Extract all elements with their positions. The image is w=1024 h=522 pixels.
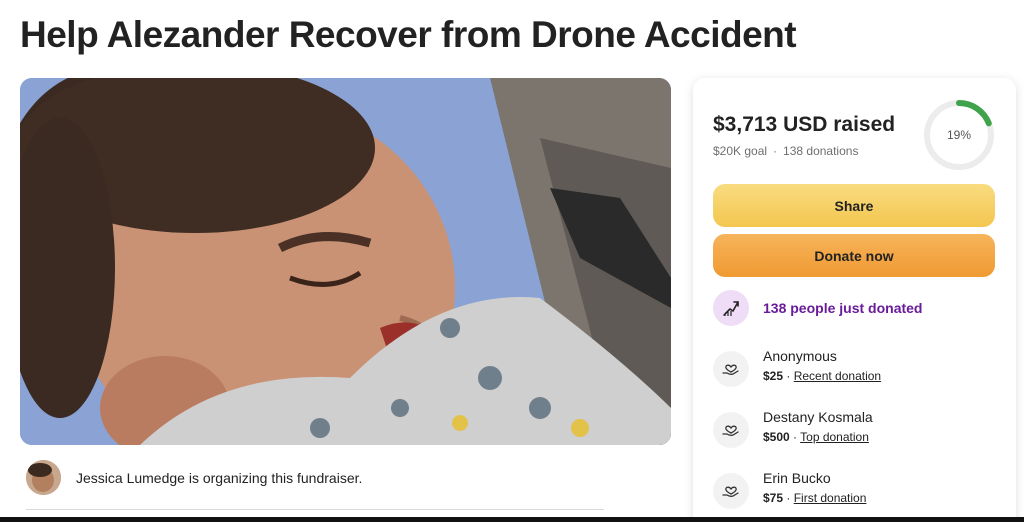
heart-hand-icon — [713, 473, 749, 509]
page-title: Help Alezander Recover from Drone Accide… — [20, 14, 797, 55]
donation-meta: $75 · First donation — [763, 491, 866, 505]
heart-hand-icon — [713, 412, 749, 448]
donor-name: Destany Kosmala — [763, 409, 873, 425]
donation-meta: $25 · Recent donation — [763, 369, 881, 383]
organizer-text: Jessica Lumedge is organizing this fundr… — [76, 469, 363, 486]
goal-summary: $20K goal · 138 donations — [713, 144, 858, 158]
donation-separator: · — [783, 491, 794, 505]
donation-amount: $25 — [763, 369, 784, 383]
donation-meta: $500 · Top donation — [763, 430, 873, 444]
trend-text: 138 people just donated — [763, 300, 923, 316]
donation-item: Anonymous $25 · Recent donation — [713, 348, 881, 387]
progress-percent: 19% — [946, 128, 972, 142]
donate-now-button[interactable]: Donate now — [713, 234, 995, 277]
donation-sidebar: $3,713 USD raised $20K goal · 138 donation… — [693, 78, 1016, 522]
donor-name: Anonymous — [763, 348, 837, 364]
donation-amount: $75 — [763, 491, 784, 505]
divider — [26, 509, 604, 510]
heart-hand-icon — [713, 351, 749, 387]
donation-tag-link[interactable]: Recent donation — [794, 369, 881, 383]
donation-amount: $500 — [763, 430, 790, 444]
child-photo — [20, 78, 671, 445]
recent-donations-trend: 138 people just donated — [713, 290, 922, 326]
donation-tag-link[interactable]: Top donation — [800, 430, 869, 444]
goal-separator: · — [773, 144, 778, 158]
amount-raised: $3,713 USD raised — [713, 113, 896, 136]
donation-item: Erin Bucko $75 · First donation — [713, 470, 866, 509]
trending-up-icon — [713, 290, 749, 326]
share-button[interactable]: Share — [713, 184, 995, 227]
donation-count: 138 donations — [783, 144, 859, 158]
donation-separator: · — [783, 369, 794, 383]
organizer-row: Jessica Lumedge is organizing this fundr… — [26, 460, 362, 495]
donation-tag-link[interactable]: First donation — [794, 491, 867, 505]
window-bottom-edge — [0, 517, 1024, 522]
campaign-hero-image[interactable] — [20, 78, 671, 445]
donation-item: Destany Kosmala $500 · Top donation — [713, 409, 873, 448]
donor-name: Erin Bucko — [763, 470, 831, 486]
organizer-avatar[interactable] — [26, 460, 61, 495]
goal-amount: $20K goal — [713, 144, 768, 158]
donation-separator: · — [789, 430, 801, 444]
